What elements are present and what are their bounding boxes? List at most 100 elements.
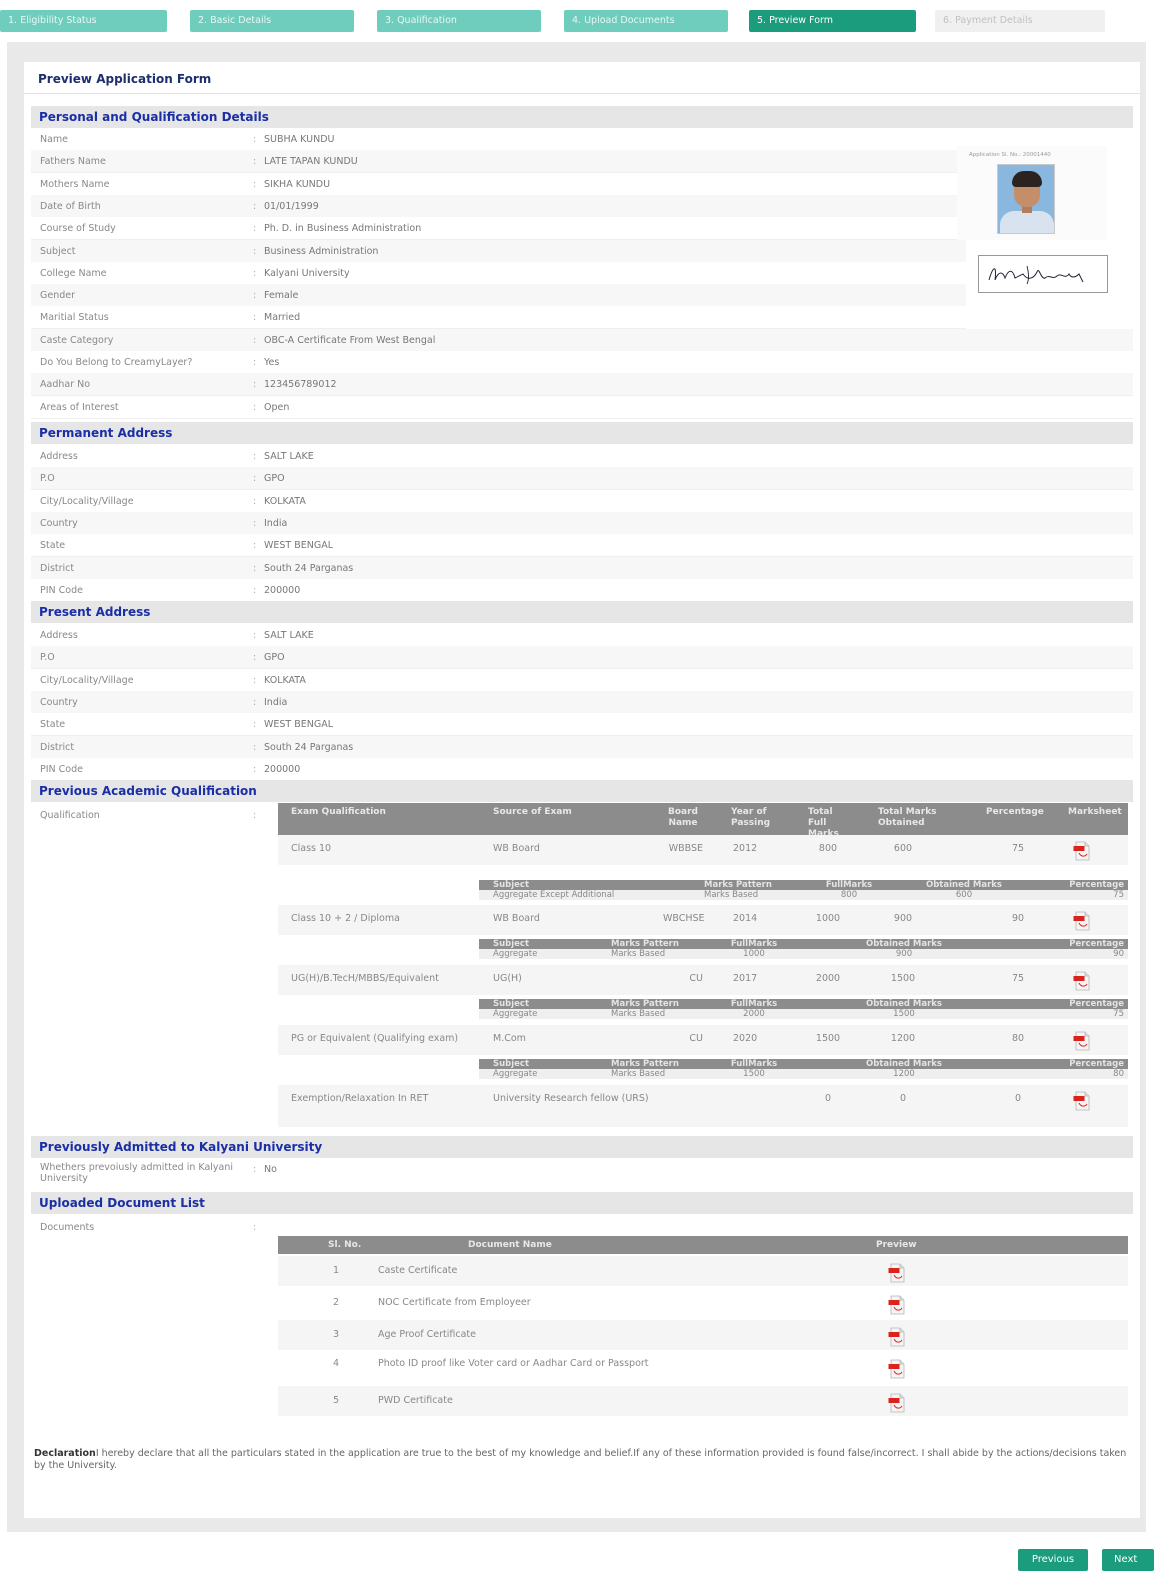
document-name: PWD Certificate: [378, 1395, 453, 1406]
pdf-icon[interactable]: [1073, 841, 1091, 861]
page-title: Preview Application Form: [38, 72, 212, 86]
pdf-icon[interactable]: [1073, 1031, 1091, 1051]
exam-percentage: 75: [1011, 843, 1025, 854]
exam-source: University Research fellow (URS): [493, 1093, 649, 1104]
field-value: SIKHA KUNDU: [264, 178, 331, 190]
field-value: Kalyani University: [264, 267, 350, 279]
step-qualification[interactable]: 3. Qualification: [377, 10, 541, 32]
section-title: Previous Academic Qualification: [39, 784, 257, 798]
subject-table-header: Subject Marks Pattern FullMarks Obtained Ma…: [479, 939, 1128, 949]
obtained-marks: 1500: [893, 1009, 915, 1019]
academic-row: Class 10 + 2 / Diploma WB Board WBCHSE 2014…: [278, 905, 1128, 935]
subject-table-header: Subject Marks Pattern FullMarks Obtained Ma…: [479, 1059, 1128, 1069]
field-label: Whethers prevoiusly admitted in Kalyani …: [40, 1162, 234, 1184]
step-eligibility[interactable]: 1. Eligibility Status: [0, 10, 167, 32]
col-marks-pattern: Marks Pattern: [611, 999, 679, 1009]
col-full-marks: FullMarks: [730, 1059, 778, 1069]
subject-row: Aggregate Marks Based 2000 1500 75: [479, 1009, 1128, 1019]
detail-row: Address: SALT LAKE: [31, 445, 1133, 468]
field-label: Name: [40, 134, 69, 145]
full-marks: 1000: [743, 949, 765, 959]
next-button[interactable]: Next: [1102, 1549, 1154, 1571]
step-upload-documents[interactable]: 4. Upload Documents: [564, 10, 728, 32]
applicant-photo: [997, 164, 1055, 234]
section-title: Uploaded Document List: [39, 1196, 205, 1210]
col-obtained-marks: Obtained Marks: [866, 999, 942, 1009]
exam-percentage: 80: [1011, 1033, 1025, 1044]
academic-row: Exemption/Relaxation In RET University Re…: [278, 1085, 1128, 1127]
col-marks-obtained: Total Marks Obtained: [878, 807, 937, 828]
declaration-label: Declaration: [34, 1448, 96, 1459]
pdf-icon[interactable]: [1073, 971, 1091, 991]
field-label: P.O: [40, 652, 55, 664]
exam-percentage: 75: [1011, 973, 1025, 984]
document-name: Photo ID proof like Voter card or Aadhar…: [378, 1358, 649, 1369]
previous-button[interactable]: Previous: [1018, 1549, 1088, 1571]
pdf-icon[interactable]: [888, 1295, 906, 1315]
exam-marks-obtained: 1500: [890, 973, 916, 984]
pdf-icon[interactable]: [1073, 911, 1091, 931]
col-exam: Exam Qualification: [291, 807, 386, 817]
section-title: Personal and Qualification Details: [39, 110, 269, 124]
marks-pattern: Marks Based: [611, 1069, 666, 1079]
exam-marks-obtained: 0: [899, 1093, 907, 1104]
field-label: Do You Belong to CreamyLayer?: [40, 357, 193, 368]
detail-row: Areas of Interest: Open: [31, 395, 1133, 419]
pdf-icon[interactable]: [888, 1263, 906, 1283]
col-percentage: Percentage: [1069, 880, 1124, 890]
marks-pattern: Marks Based: [611, 1009, 666, 1019]
step-basic-details[interactable]: 2. Basic Details: [190, 10, 354, 32]
field-value: India: [264, 696, 288, 708]
col-percentage: Percentage: [1069, 999, 1124, 1009]
field-value: 200000: [264, 763, 301, 775]
field-value: Yes: [264, 357, 280, 368]
col-subject: Subject: [493, 880, 530, 890]
section-title: Permanent Address: [39, 426, 173, 440]
field-value: Married: [264, 312, 301, 324]
exam-full-marks: 1000: [815, 913, 841, 924]
field-label: P.O: [40, 473, 55, 485]
detail-row: Aadhar No:123456789012: [31, 373, 1133, 397]
detail-row: Date of Birth:01/01/1999: [31, 194, 966, 218]
detail-row: State: WEST BENGAL: [31, 534, 1133, 558]
academic-row: UG(H)/B.TecH/MBBS/Equivalent UG(H) CU 2017 2…: [278, 965, 1128, 995]
academic-row: Class 10 WB Board WBBSE 2012 800 600 75: [278, 835, 1128, 865]
exam-year: 2020: [733, 1033, 758, 1044]
applicant-photo-box: Application Sl. No.: 20001440: [957, 146, 1107, 240]
col-percentage: Percentage: [986, 807, 1044, 817]
declaration-text: I hereby declare that all the particular…: [34, 1448, 1127, 1471]
section-previously-admitted: Previously Admitted to Kalyani Universit…: [31, 1136, 1133, 1158]
field-label: Country: [40, 517, 78, 529]
field-value: SUBHA KUNDU: [264, 134, 335, 145]
field-label: State: [40, 719, 66, 731]
exam-source: M.Com: [493, 1033, 526, 1044]
field-value: 01/01/1999: [264, 200, 319, 212]
detail-row: Subject: Business Administration: [31, 239, 966, 263]
marks-pattern: Marks Based: [611, 949, 666, 959]
percentage: 80: [1113, 1069, 1124, 1079]
field-label: City/Locality/Village: [40, 674, 134, 686]
section-title: Previously Admitted to Kalyani Universit…: [39, 1140, 323, 1154]
pdf-icon[interactable]: [888, 1359, 906, 1379]
section-permanent-address: Permanent Address: [31, 422, 1133, 444]
step-preview-form[interactable]: 5. Preview Form: [749, 10, 916, 32]
field-value: KOLKATA: [264, 495, 306, 507]
col-subject: Subject: [493, 1059, 530, 1069]
percentage: 75: [1113, 890, 1124, 900]
detail-row: Country: India: [31, 690, 1133, 714]
pdf-icon[interactable]: [888, 1393, 906, 1413]
exam-marks-obtained: 1200: [890, 1033, 916, 1044]
field-value: Female: [264, 290, 299, 302]
field-value: 123456789012: [264, 379, 337, 391]
exam-name: Exemption/Relaxation In RET: [291, 1093, 429, 1104]
field-value: Business Administration: [264, 245, 379, 257]
section-present-address: Present Address: [31, 601, 1133, 623]
detail-row: PIN Code:200000: [31, 757, 1133, 781]
obtained-marks: 600: [955, 890, 973, 900]
marks-pattern: Marks Based: [704, 890, 759, 900]
document-row: 2 NOC Certificate from Employeer: [278, 1288, 1128, 1318]
exam-name: PG or Equivalent (Qualifying exam): [291, 1033, 459, 1044]
pdf-icon[interactable]: [888, 1327, 906, 1347]
detail-row: Country: India: [31, 511, 1133, 535]
pdf-icon[interactable]: [1073, 1091, 1091, 1111]
